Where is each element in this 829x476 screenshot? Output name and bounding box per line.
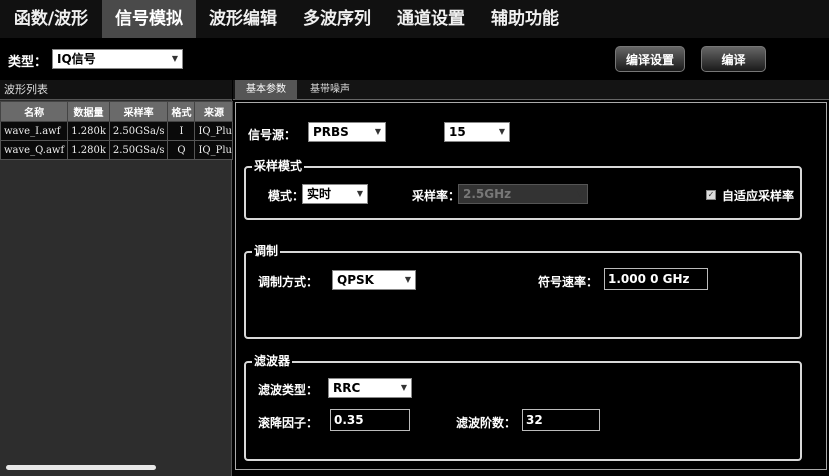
cell-data-size: 1.280k	[67, 121, 110, 141]
symbol-rate-input[interactable]: 1.000 0 GHz	[604, 268, 708, 290]
sample-rate-label: 采样率：	[412, 189, 461, 203]
compile-settings-button[interactable]: 编译设置	[615, 46, 685, 72]
waveform-list-title: 波形列表	[0, 80, 232, 100]
sampling-mode-value: 实时	[307, 187, 332, 201]
cell-source: IQ_Plug	[194, 121, 234, 141]
signal-type-select[interactable]: IQ信号 ▼	[52, 49, 183, 69]
sampling-mode-label: 模式：	[268, 189, 305, 203]
waveform-table: 名称 数据量 采样率 格式 来源 wave_I.awf 1.280k 2.50G…	[0, 101, 234, 160]
column-header-format[interactable]: 格式	[167, 101, 196, 122]
type-toolbar: 类型： IQ信号 ▼ 编译设置 编译	[0, 38, 829, 80]
tab-waveform-edit[interactable]: 波形编辑	[196, 0, 290, 38]
tab-function-waveform[interactable]: 函数/波形	[0, 0, 102, 38]
subtab-bar: 基本参数 基带噪声	[233, 80, 829, 100]
column-header-name[interactable]: 名称	[0, 101, 69, 122]
prbs-order-value: 15	[449, 125, 466, 139]
sample-rate-value: 2.5GHz	[463, 187, 512, 201]
chevron-down-icon: ▼	[498, 127, 505, 136]
tab-signal-simulation[interactable]: 信号模拟	[102, 0, 196, 38]
filter-order-label: 滤波阶数：	[456, 416, 517, 430]
cell-data-size: 1.280k	[67, 140, 110, 160]
main-tab-bar: 函数/波形 信号模拟 波形编辑 多波序列 通道设置 辅助功能	[0, 0, 829, 38]
rolloff-factor-label: 滚降因子：	[258, 416, 319, 430]
cell-sample-rate: 2.50GSa/s	[108, 121, 169, 141]
signal-source-select[interactable]: PRBS ▼	[308, 122, 386, 142]
cell-sample-rate: 2.50GSa/s	[108, 140, 169, 160]
rolloff-factor-input[interactable]: 0.35	[330, 409, 410, 431]
adaptive-sample-rate-checkbox[interactable]: ✓	[706, 190, 716, 200]
filter-type-label: 滤波类型：	[258, 383, 319, 397]
cell-name: wave_I.awf	[0, 121, 69, 141]
horizontal-scrollbar[interactable]	[6, 465, 156, 470]
cell-format: Q	[167, 140, 196, 160]
subtab-basic-parameters[interactable]: 基本参数	[235, 80, 297, 100]
cell-format: I	[167, 121, 196, 141]
filter-type-value: RRC	[333, 381, 361, 395]
cell-name: wave_Q.awf	[0, 140, 69, 160]
chevron-down-icon: ▼	[356, 189, 363, 198]
modulation-type-select[interactable]: QPSK ▼	[332, 270, 416, 290]
tab-multi-wave-sequence[interactable]: 多波序列	[290, 0, 384, 38]
chevron-down-icon: ▼	[400, 383, 407, 392]
filter-order-input[interactable]: 32	[522, 409, 600, 431]
chevron-down-icon: ▼	[576, 189, 583, 198]
signal-source-label: 信号源：	[248, 128, 297, 142]
sampling-mode-title: 采样模式	[252, 158, 305, 174]
filter-title: 滤波器	[252, 353, 293, 369]
filter-group: 滤波器 滤波类型： RRC ▼ 滚降因子： 0.35 滤波阶数： 32	[244, 353, 802, 461]
modulation-title: 调制	[252, 243, 281, 259]
column-header-source[interactable]: 来源	[194, 101, 234, 122]
modulation-group: 调制 调制方式： QPSK ▼ 符号速率： 1.000 0 GHz	[244, 243, 802, 339]
parameter-panel: 基本参数 基带噪声 信号源： PRBS ▼ 15 ▼ 采样模式 模式： 实时 ▼…	[233, 80, 829, 476]
sampling-mode-group: 采样模式 模式： 实时 ▼ 采样率： 2.5GHz ▼ ✓ 自适应采样率	[244, 158, 802, 220]
column-header-data-size[interactable]: 数据量	[67, 101, 110, 122]
chevron-down-icon: ▼	[171, 54, 178, 63]
filter-type-select[interactable]: RRC ▼	[328, 378, 412, 398]
type-label: 类型：	[8, 55, 48, 70]
prbs-order-select[interactable]: 15 ▼	[444, 122, 510, 142]
adaptive-sample-rate-label: 自适应采样率	[722, 189, 795, 203]
table-row[interactable]: wave_I.awf 1.280k 2.50GSa/s I IQ_Plug	[0, 121, 234, 141]
signal-type-value: IQ信号	[57, 52, 96, 66]
waveform-list-panel: 波形列表 名称 数据量 采样率 格式 来源 wave_I.awf 1.280k …	[0, 80, 234, 476]
tab-channel-settings[interactable]: 通道设置	[384, 0, 478, 38]
tab-auxiliary-functions[interactable]: 辅助功能	[478, 0, 572, 38]
subtab-baseband-noise[interactable]: 基带噪声	[299, 80, 361, 100]
chevron-down-icon: ▼	[404, 275, 411, 284]
table-header-row: 名称 数据量 采样率 格式 来源	[0, 101, 234, 122]
cell-source: IQ_Plug	[194, 140, 234, 160]
compile-button[interactable]: 编译	[701, 46, 766, 72]
signal-source-value: PRBS	[313, 125, 349, 139]
sampling-mode-select[interactable]: 实时 ▼	[302, 184, 368, 204]
modulation-type-value: QPSK	[337, 273, 374, 287]
chevron-down-icon: ▼	[374, 127, 381, 136]
table-row[interactable]: wave_Q.awf 1.280k 2.50GSa/s Q IQ_Plug	[0, 140, 234, 160]
basic-parameters-content: 信号源： PRBS ▼ 15 ▼ 采样模式 模式： 实时 ▼ 采样率： 2.5G…	[235, 102, 827, 470]
sample-rate-select[interactable]: 2.5GHz ▼	[458, 184, 588, 204]
column-header-sample-rate[interactable]: 采样率	[108, 101, 169, 122]
modulation-type-label: 调制方式：	[258, 275, 319, 289]
symbol-rate-label: 符号速率：	[538, 275, 599, 289]
